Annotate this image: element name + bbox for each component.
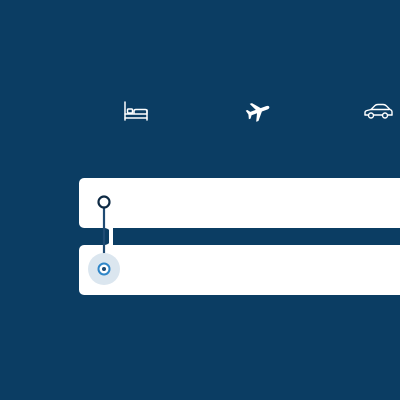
tab-cars[interactable] <box>361 96 395 126</box>
destination-field[interactable] <box>79 245 400 295</box>
flight-search-form <box>79 178 400 296</box>
destination-input[interactable] <box>125 260 379 280</box>
airplane-icon <box>244 99 272 123</box>
travel-category-tabs <box>0 96 400 126</box>
car-icon <box>362 101 394 121</box>
origin-input[interactable] <box>125 193 379 213</box>
origin-field[interactable] <box>79 178 400 228</box>
tab-flights[interactable] <box>241 96 275 126</box>
bed-icon <box>122 100 150 122</box>
travel-search-screen <box>0 0 400 400</box>
field-divider <box>79 228 112 245</box>
tab-hotels[interactable] <box>119 96 153 126</box>
